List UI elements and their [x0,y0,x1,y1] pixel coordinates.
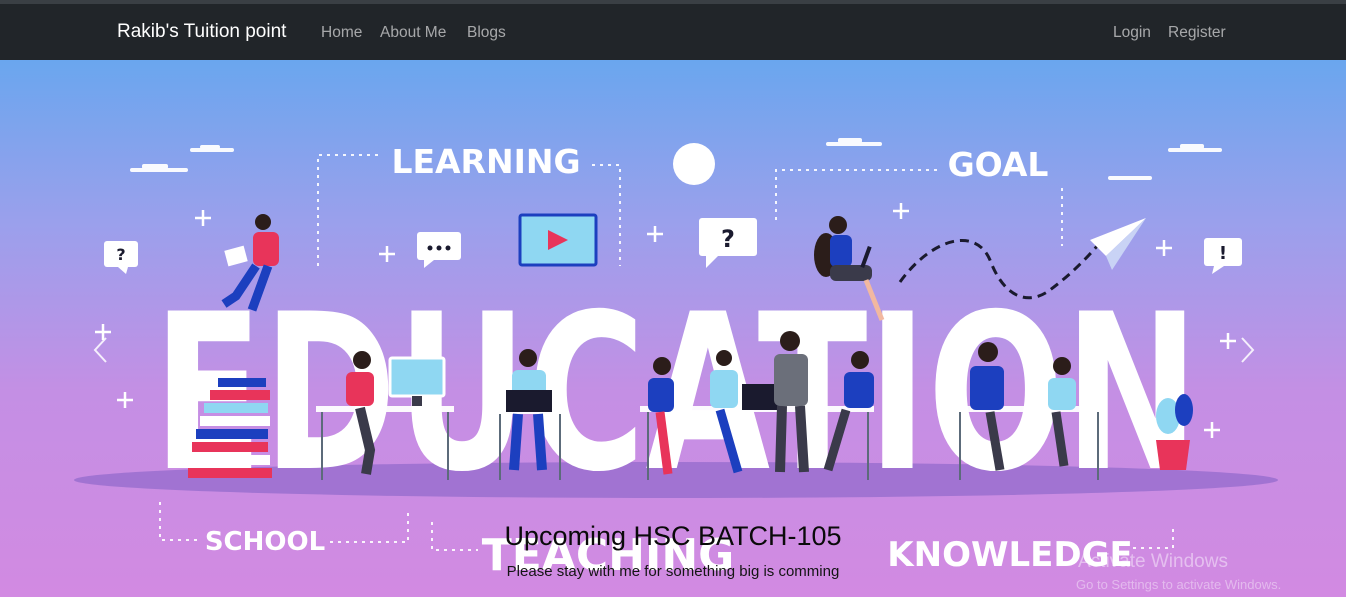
learning-word: LEARNING [391,142,580,181]
chevron-left-icon [93,337,107,363]
carousel-prev-button[interactable] [86,330,116,370]
svg-text:!: ! [1219,243,1227,264]
svg-text:?: ? [116,245,125,264]
svg-text:?: ? [721,225,735,253]
navbar: Rakib's Tuition point Home About Me Blog… [0,4,1346,60]
carousel-next-button[interactable] [1232,330,1262,370]
nav-about-link[interactable]: About Me [380,24,446,42]
nav-blogs-link[interactable]: Blogs [467,24,506,42]
exclamation-bubble: ! [1204,238,1242,274]
navbar-brand[interactable]: Rakib's Tuition point [117,21,286,43]
education-word: EDUCATION [153,268,1199,519]
activate-windows-title: Activate Windows [1078,551,1228,572]
chevron-right-icon [1241,337,1255,363]
ellipsis-bubble [417,232,461,268]
question-bubble-center: ? [699,218,757,268]
nav-home-link[interactable]: Home [321,24,362,42]
question-bubble-left: ? [104,241,138,274]
goal-word: GOAL [948,145,1049,184]
nav-login-link[interactable]: Login [1113,24,1151,42]
nav-register-link[interactable]: Register [1168,24,1226,42]
education-illustration: EDUCATION LEARNING GOAL SCHOOL TEACHING … [74,138,1278,581]
sun [673,143,715,185]
hero-carousel: EDUCATION LEARNING GOAL SCHOOL TEACHING … [0,60,1346,597]
carousel-caption-title: Upcoming HSC BATCH-105 [504,521,842,551]
paper-plane-icon [1090,218,1146,270]
video-play-panel [518,213,598,267]
activate-windows-text: Go to Settings to activate Windows. [1076,577,1282,592]
